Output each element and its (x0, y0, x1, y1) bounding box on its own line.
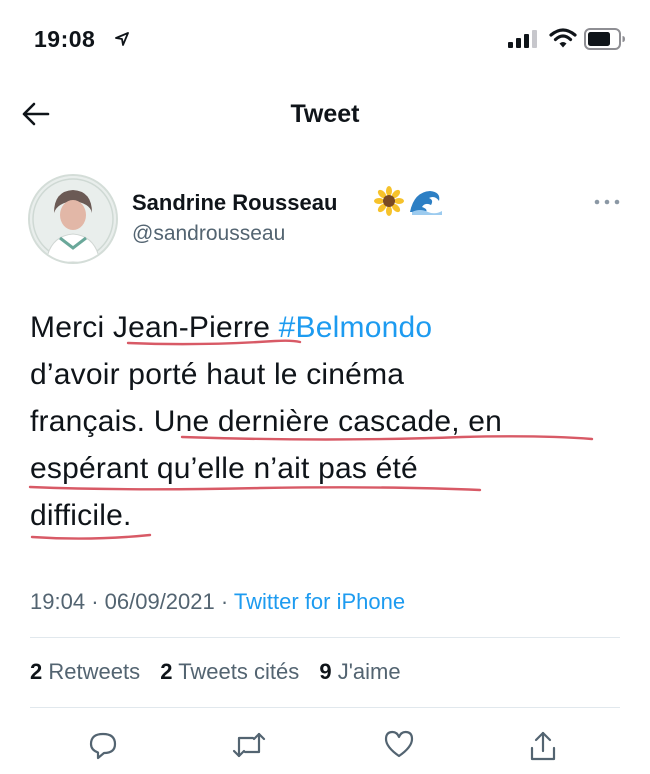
more-horizontal-icon[interactable] (594, 198, 620, 206)
likes-label: J'aime (337, 659, 401, 684)
tweet-line: français. Une dernière cascade, en (30, 405, 503, 438)
meta-separator: · (220, 589, 229, 614)
location-arrow-icon (115, 32, 129, 46)
tweet-line: Merci Jean-Pierre #Belmondo (30, 304, 630, 351)
meta-separator: · (91, 589, 99, 614)
status-time: 19:08 (34, 26, 96, 52)
hashtag-link[interactable]: #Belmondo (279, 311, 433, 344)
retweet-icon[interactable] (232, 730, 266, 760)
battery-icon (584, 28, 625, 50)
cell-signal-icon (508, 30, 537, 48)
divider (30, 637, 620, 638)
divider (30, 707, 620, 708)
quotes-label: Tweets cités (178, 659, 300, 684)
author-handle[interactable]: @sandrousseau (132, 222, 285, 246)
tweet-stats: 2 Retweets 2 Tweets cités 9 J'aime (30, 659, 415, 685)
tweet-source-link[interactable]: Twitter for iPhone (234, 589, 405, 614)
tweet-line: espérant qu’elle n’ait pas été (30, 452, 418, 485)
page-title: Tweet (290, 100, 360, 128)
tweet-text-start: Merci Jean-Pierre (30, 311, 279, 344)
quotes-count: 2 (160, 659, 173, 684)
heart-icon[interactable] (384, 730, 414, 758)
reply-icon[interactable] (88, 730, 118, 760)
author-name[interactable]: Sandrine Rousseau (132, 190, 337, 216)
wifi-icon (549, 28, 577, 48)
tweet-line: difficile. (30, 499, 132, 532)
retweets-stat[interactable]: 2 Retweets (30, 659, 140, 684)
wave-icon (410, 191, 442, 215)
retweets-label: Retweets (48, 659, 141, 684)
likes-stat[interactable]: 9 J'aime (319, 659, 400, 684)
tweet-date: 06/09/2021 (104, 589, 215, 614)
tweet-line: d’avoir porté haut le cinéma (30, 358, 405, 391)
avatar-portrait (30, 176, 116, 262)
retweets-count: 2 (30, 659, 43, 684)
quotes-stat[interactable]: 2 Tweets cités (160, 659, 299, 684)
avatar[interactable] (28, 174, 118, 264)
tweet-text: Merci Jean-Pierre #Belmondo d’avoir port… (30, 304, 630, 539)
share-icon[interactable] (528, 730, 558, 762)
tweet-time: 19:04 (30, 589, 86, 614)
nav-bar: Tweet (0, 92, 650, 138)
status-bar: 19:08 (0, 0, 650, 80)
likes-count: 9 (319, 659, 332, 684)
sunflower-icon (374, 186, 404, 216)
action-bar (0, 730, 650, 766)
tweet-meta: 19:04 · 06/09/2021 · Twitter for iPhone (30, 589, 405, 615)
